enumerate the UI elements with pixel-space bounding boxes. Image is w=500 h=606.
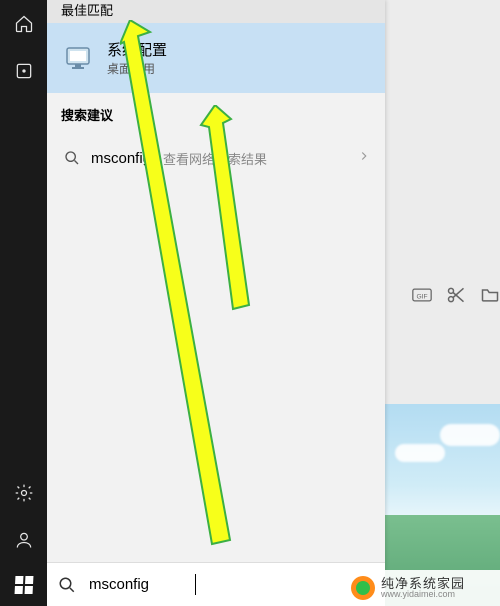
suggestions-header: 搜索建议 [47,93,385,130]
suggestion-hint: - 查看网络搜索结果 [155,149,267,168]
best-match-header: 最佳匹配 [47,0,385,23]
home-button[interactable] [0,0,47,47]
search-icon [47,576,87,594]
scissors-icon[interactable] [446,285,466,305]
watermark-logo-icon [351,576,375,600]
system-config-icon [61,40,97,76]
start-sidebar [0,0,47,606]
svg-text:GIF: GIF [416,293,427,300]
suggestion-term: msconfig [91,150,151,167]
settings-button[interactable] [0,469,47,516]
watermark: 纯净系统家园 www.yidaimei.com [345,570,500,606]
best-match-result[interactable]: 系统配置 桌面应用 [47,23,385,93]
best-match-subtitle: 桌面应用 [107,60,167,77]
web-suggestion-row[interactable]: msconfig - 查看网络搜索结果 [47,130,385,186]
watermark-url: www.yidaimei.com [381,590,465,599]
account-button[interactable] [0,516,47,563]
floating-tool-strip: GIF [385,280,500,310]
recent-button[interactable] [0,47,47,94]
search-panel: 最佳匹配 系统配置 桌面应用 搜索建议 msconfig - 查看网络搜索结果 [47,0,385,606]
start-button[interactable] [0,563,47,606]
best-match-title: 系统配置 [107,39,167,60]
chevron-right-icon [357,149,371,168]
search-input-row[interactable] [47,562,385,606]
gif-icon[interactable]: GIF [412,285,432,305]
search-input[interactable] [87,575,385,594]
windows-logo-icon [14,576,33,594]
search-icon [61,150,83,166]
folder-icon[interactable] [480,285,500,305]
